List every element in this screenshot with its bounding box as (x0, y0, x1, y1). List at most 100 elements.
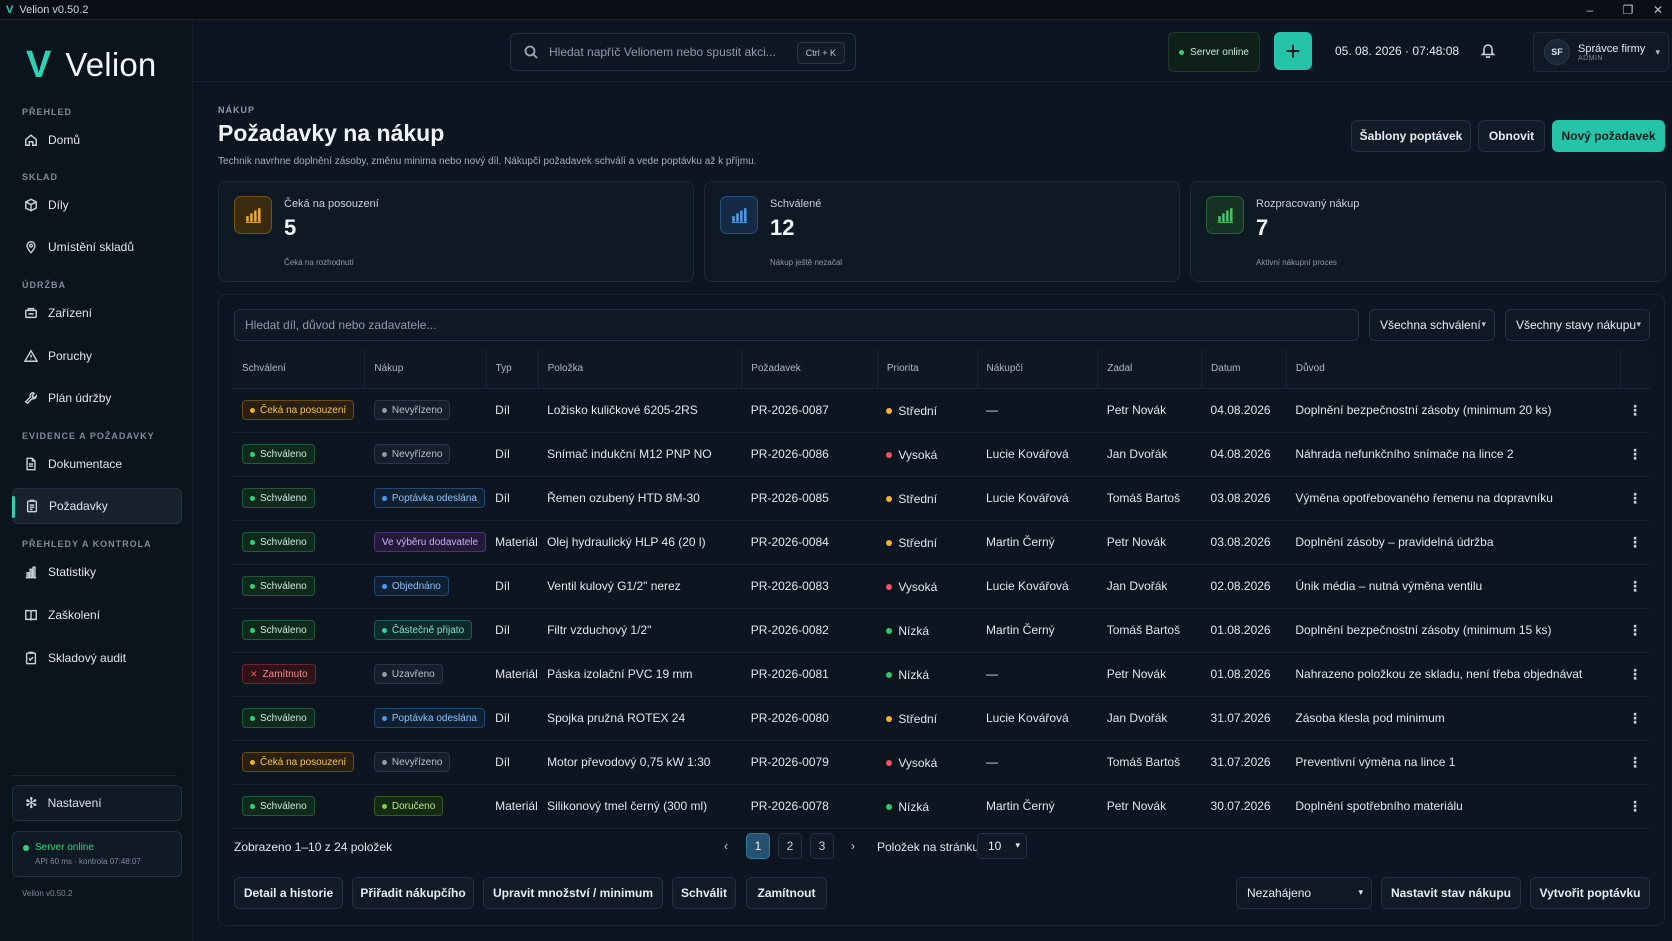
table-row[interactable]: Schváleno Poptávka odeslána Díl Spojka pruž… (233, 696, 1650, 741)
table-row[interactable]: Schváleno Objednáno Díl Ventil kulový G1/2"… (233, 564, 1650, 609)
sidebar-item-skladovy-audit[interactable]: Skladový audit (12, 640, 182, 676)
set-purchase-status-button[interactable]: Nastavit stav nákupu (1381, 877, 1521, 909)
purchase-badge: Nevyřízeno (373, 400, 451, 420)
column-header[interactable]: Položka (538, 350, 743, 389)
row-menu-icon[interactable]: ⋮ (1620, 696, 1650, 741)
column-header[interactable]: Nákupčí (977, 350, 1099, 389)
row-menu-icon[interactable]: ⋮ (1620, 476, 1650, 521)
page-2-button[interactable]: 2 (778, 833, 802, 859)
table-row[interactable]: Schváleno Nevyřízeno Díl Snímač indukční M1… (233, 432, 1650, 477)
approve-button[interactable]: Schválit (672, 877, 736, 909)
cell-request: PR-2026-0086 (741, 432, 878, 477)
stat-card[interactable]: Čeká na posouzení 5 Čeká na rozhodnutí (218, 181, 694, 282)
row-menu-icon[interactable]: ⋮ (1620, 432, 1650, 477)
row-menu-icon[interactable]: ⋮ (1620, 784, 1650, 829)
column-header-actions (1620, 350, 1650, 389)
stat-card-icon-wrap (1206, 196, 1244, 234)
per-page-select[interactable]: 10 ▾ (977, 833, 1027, 859)
sidebar-item-plan-udrzby[interactable]: Plán údržby (12, 380, 182, 416)
reject-button[interactable]: Zamítnout (746, 877, 827, 909)
page-title: Požadavky na nákup (218, 120, 445, 146)
audit-icon (25, 651, 37, 665)
table-row[interactable]: Schváleno Ve výběru dodavatele Materiál Ole… (233, 520, 1650, 565)
brand-logo[interactable]: V Velion (26, 46, 156, 84)
create-inquiry-button[interactable]: Vytvořit poptávku (1530, 877, 1650, 909)
cell-type: Díl (486, 608, 539, 653)
sidebar-item-pozadavky[interactable]: Požadavky (12, 488, 182, 524)
settings-label: Nastavení (47, 796, 102, 810)
sidebar-item-poruchy[interactable]: Poruchy (12, 338, 182, 374)
row-menu-icon[interactable]: ⋮ (1620, 520, 1650, 565)
user-menu[interactable]: SF Správce firmy ADMIN ▾ (1533, 32, 1669, 72)
table-row[interactable]: Čeká na posouzení Nevyřízeno Díl Ložisko ku… (233, 388, 1650, 433)
column-header[interactable]: Nákup (364, 350, 487, 389)
edit-quantity-button[interactable]: Upravit množství / minimum (483, 877, 663, 909)
stat-card[interactable]: Rozpracovaný nákup 7 Aktivní nákupní proce… (1190, 181, 1666, 282)
row-menu-icon[interactable]: ⋮ (1620, 740, 1650, 785)
table-row[interactable]: Schváleno Částečně přijato Díl Filtr vzduch… (233, 608, 1650, 653)
row-menu-icon[interactable]: ⋮ (1620, 564, 1650, 609)
purchase-badge: Částečně přijato (373, 620, 473, 640)
purchase-status-select[interactable]: Nezahájeno ▾ (1236, 877, 1372, 909)
close-window-button[interactable]: ✕ (1638, 0, 1672, 20)
row-menu-icon[interactable]: ⋮ (1620, 608, 1650, 653)
page-1-button[interactable]: 1 (746, 833, 770, 859)
detail-history-button[interactable]: Detail a historie (234, 877, 343, 909)
document-icon (26, 457, 36, 471)
purchase-badge-text: Nevyřízeno (391, 404, 443, 416)
approval-filter-select[interactable]: Všechna schválení ▾ (1369, 309, 1495, 341)
global-search-input[interactable]: Hledat napříč Velionem nebo spustit akci… (549, 45, 776, 59)
section-evidence: EVIDENCE A POŽADAVKY (22, 431, 155, 441)
pagination-summary: Zobrazeno 1–10 z 24 položek (234, 840, 393, 854)
prev-page-button[interactable]: ‹ (714, 833, 738, 859)
sidebar-item-dily[interactable]: Díly (12, 187, 182, 223)
cell-purchase: Ve výběru dodavatele (364, 520, 487, 565)
assign-buyer-button[interactable]: Přiřadit nákupčího (352, 877, 474, 909)
notifications-button[interactable] (1480, 42, 1496, 63)
purchase-filter-select[interactable]: Všechny stavy nákupu ▾ (1505, 309, 1650, 341)
settings-button[interactable]: ✻ Nastavení (12, 785, 182, 821)
row-menu-icon[interactable]: ⋮ (1620, 388, 1650, 433)
cell-item: Snímač indukční M12 PNP NO (538, 432, 742, 477)
table-row[interactable]: ✕ Zamítnuto Uzavřeno Materiál Páska izolační… (233, 652, 1650, 697)
page-3-button[interactable]: 3 (810, 833, 834, 859)
add-button[interactable]: + (1274, 32, 1312, 70)
sidebar-item-domu[interactable]: Domů (12, 122, 182, 158)
minimize-button[interactable]: – (1570, 0, 1610, 20)
approval-badge: Schváleno (242, 708, 315, 728)
table-row[interactable]: Čeká na posouzení Nevyřízeno Díl Motor přev… (233, 740, 1650, 785)
new-request-button[interactable]: Nový požadavek (1552, 120, 1665, 152)
stat-card-icon-wrap (720, 196, 758, 234)
global-search[interactable]: Hledat napříč Velionem nebo spustit akci… (510, 33, 856, 71)
column-header[interactable]: Priorita (877, 350, 978, 389)
sidebar-item-zarizeni[interactable]: Zařízení (12, 295, 182, 331)
purchase-badge-text: Poptávka odeslána (391, 492, 477, 504)
priority-indicator: Střední (886, 712, 937, 726)
stat-card[interactable]: Schválené 12 Nákup ještě nezačal (704, 181, 1180, 282)
sidebar-item-dokumentace[interactable]: Dokumentace (12, 446, 182, 482)
table-row[interactable]: Schváleno Doručeno Materiál Silikonový tmel… (233, 784, 1650, 829)
cell-request: PR-2026-0082 (741, 608, 878, 653)
sidebar-item-umisteni-skladu[interactable]: Umístění skladů (12, 229, 182, 265)
row-menu-icon[interactable]: ⋮ (1620, 652, 1650, 697)
priority-text: Střední (898, 403, 938, 418)
next-page-button[interactable]: › (841, 833, 865, 859)
chevron-down-icon: ▾ (1655, 47, 1660, 57)
column-header[interactable]: Požadavek (741, 350, 878, 389)
column-header[interactable]: Schválení (233, 350, 366, 389)
templates-button[interactable]: Šablony poptávek (1351, 120, 1471, 152)
chevron-down-icon: ▾ (1358, 887, 1363, 897)
filter-search-input[interactable]: Hledat díl, důvod nebo zadavatele... (234, 309, 1359, 341)
column-header[interactable]: Typ (486, 350, 539, 389)
column-header[interactable]: Datum (1201, 350, 1287, 389)
refresh-button[interactable]: Obnovit (1478, 120, 1545, 152)
sidebar-item-statistiky[interactable]: Statistiky (12, 554, 182, 590)
table-row[interactable]: Schváleno Poptávka odeslána Díl Řemen ozube… (233, 476, 1650, 521)
column-header[interactable]: Důvod (1286, 350, 1621, 389)
requests-table: Schválení Nákup Typ Položka Požadavek Priorit… (233, 350, 1650, 829)
sidebar-item-zaskoleni[interactable]: Zaškolení (12, 597, 182, 633)
app-logo-icon: V (6, 3, 14, 16)
column-header[interactable]: Zadal (1097, 350, 1203, 389)
cell-reason: Výměna opotřebovaného řemenu na dopravní… (1286, 476, 1621, 521)
server-status-box: Server online API 60 ms · kontrola 07:48… (12, 831, 182, 877)
